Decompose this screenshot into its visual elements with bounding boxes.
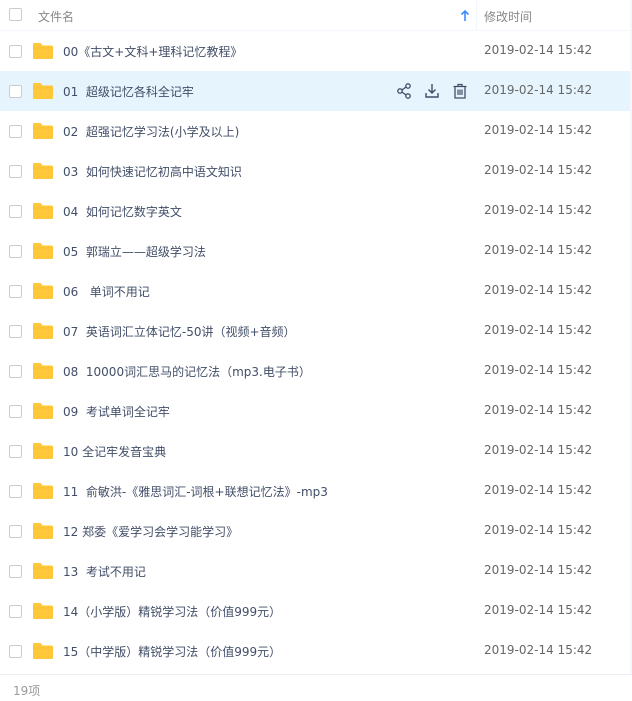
folder-icon — [32, 522, 54, 540]
row-checkbox[interactable] — [9, 85, 22, 98]
file-row[interactable]: 09 考试单词全记牢 2019-02-14 15:42 — [0, 391, 632, 431]
file-name-link[interactable]: 12 郑委《爱学习会学习能学习》 — [63, 523, 238, 540]
file-name-link[interactable]: 14（小学版）精锐学习法（价值999元） — [63, 603, 281, 620]
file-row[interactable]: 02 超强记忆学习法(小学及以上) 2019-02-14 15:42 — [0, 111, 632, 151]
row-actions — [395, 82, 469, 100]
row-checkbox[interactable] — [9, 165, 22, 178]
list-footer: 19项 — [0, 674, 632, 701]
modified-time: 2019-02-14 15:42 — [484, 83, 593, 97]
file-row[interactable]: 03 如何快速记忆初高中语文知识 2019-02-14 15:42 — [0, 151, 632, 191]
file-row[interactable]: 08 10000词汇思马的记忆法（mp3.电子书） 2019-02-14 15:4… — [0, 351, 632, 391]
file-name-link[interactable]: 06 单词不用记 — [63, 283, 150, 300]
file-row[interactable]: 07 英语词汇立体记忆-50讲（视频+音频） 2019-02-14 15:42 — [0, 311, 632, 351]
folder-icon — [32, 482, 54, 500]
folder-icon — [32, 282, 54, 300]
file-row[interactable]: 04 如何记忆数字英文 2019-02-14 15:42 — [0, 191, 632, 231]
row-checkbox[interactable] — [9, 245, 22, 258]
file-row[interactable]: 10 全记牢发音宝典 2019-02-14 15:42 — [0, 431, 632, 471]
file-name-link[interactable]: 07 英语词汇立体记忆-50讲（视频+音频） — [63, 323, 296, 340]
file-name-link[interactable]: 03 如何快速记忆初高中语文知识 — [63, 163, 242, 180]
item-count: 19项 — [13, 684, 41, 698]
folder-icon — [32, 42, 54, 60]
file-name-link[interactable]: 00《古文+文科+理科记忆教程》 — [63, 43, 242, 60]
row-checkbox[interactable] — [9, 285, 22, 298]
list-header: 文件名 修改时间 — [0, 0, 632, 31]
folder-icon — [32, 402, 54, 420]
modified-time: 2019-02-14 15:42 — [484, 483, 593, 497]
delete-icon[interactable] — [451, 82, 469, 100]
modified-time: 2019-02-14 15:42 — [484, 363, 593, 377]
row-checkbox[interactable] — [9, 445, 22, 458]
modified-time: 2019-02-14 15:42 — [484, 163, 593, 177]
modified-time: 2019-02-14 15:42 — [484, 323, 593, 337]
row-checkbox[interactable] — [9, 365, 22, 378]
file-row[interactable]: 14（小学版）精锐学习法（价值999元） 2019-02-14 15:42 — [0, 591, 632, 631]
modified-time: 2019-02-14 15:42 — [484, 203, 593, 217]
file-row[interactable]: 15（中学版）精锐学习法（价值999元） 2019-02-14 15:42 — [0, 631, 632, 671]
file-name-link[interactable]: 02 超强记忆学习法(小学及以上) — [63, 123, 239, 140]
folder-icon — [32, 362, 54, 380]
row-checkbox[interactable] — [9, 525, 22, 538]
file-row[interactable]: 05 郭瑞立——超级学习法 2019-02-14 15:42 — [0, 231, 632, 271]
folder-icon — [32, 322, 54, 340]
folder-icon — [32, 562, 54, 580]
folder-icon — [32, 642, 54, 660]
folder-icon — [32, 242, 54, 260]
file-name-link[interactable]: 08 10000词汇思马的记忆法（mp3.电子书） — [63, 363, 311, 380]
folder-icon — [32, 122, 54, 140]
row-checkbox[interactable] — [9, 645, 22, 658]
arrow-up-icon[interactable] — [459, 9, 471, 23]
row-checkbox[interactable] — [9, 565, 22, 578]
file-row[interactable]: 12 郑委《爱学习会学习能学习》 2019-02-14 15:42 — [0, 511, 632, 551]
file-name-link[interactable]: 04 如何记忆数字英文 — [63, 203, 182, 220]
file-row[interactable]: 11 俞敏洪-《雅思词汇-词根+联想记忆法》-mp3 2019-02-14 15:… — [0, 471, 632, 511]
file-name-link[interactable]: 01 超级记忆各科全记牢 — [63, 83, 194, 100]
modified-time: 2019-02-14 15:42 — [484, 443, 593, 457]
modified-time: 2019-02-14 15:42 — [484, 123, 593, 137]
file-list-panel: 文件名 修改时间 00《古文+文科+理科记忆教程》 2019-02-14 15:4… — [0, 0, 632, 701]
column-header-modified-time[interactable]: 修改时间 — [484, 8, 532, 25]
modified-time: 2019-02-14 15:42 — [484, 523, 593, 537]
file-row[interactable]: 01 超级记忆各科全记牢 2019-02-14 15:42 — [0, 71, 632, 111]
row-checkbox[interactable] — [9, 45, 22, 58]
file-row[interactable]: 06 单词不用记 2019-02-14 15:42 — [0, 271, 632, 311]
column-divider — [476, 0, 477, 31]
column-header-filename[interactable]: 文件名 — [38, 8, 74, 25]
row-checkbox[interactable] — [9, 405, 22, 418]
select-all-checkbox[interactable] — [9, 8, 22, 21]
modified-time: 2019-02-14 15:42 — [484, 243, 593, 257]
modified-time: 2019-02-14 15:42 — [484, 403, 593, 417]
file-name-link[interactable]: 11 俞敏洪-《雅思词汇-词根+联想记忆法》-mp3 — [63, 483, 328, 500]
modified-time: 2019-02-14 15:42 — [484, 603, 593, 617]
modified-time: 2019-02-14 15:42 — [484, 43, 593, 57]
row-checkbox[interactable] — [9, 485, 22, 498]
file-name-link[interactable]: 09 考试单词全记牢 — [63, 403, 170, 420]
folder-icon — [32, 202, 54, 220]
folder-icon — [32, 602, 54, 620]
folder-icon — [32, 82, 54, 100]
row-checkbox[interactable] — [9, 325, 22, 338]
file-row[interactable]: 13 考试不用记 2019-02-14 15:42 — [0, 551, 632, 591]
folder-icon — [32, 162, 54, 180]
file-row[interactable]: 00《古文+文科+理科记忆教程》 2019-02-14 15:42 — [0, 31, 632, 71]
row-checkbox[interactable] — [9, 125, 22, 138]
file-name-link[interactable]: 13 考试不用记 — [63, 563, 146, 580]
file-name-link[interactable]: 05 郭瑞立——超级学习法 — [63, 243, 206, 260]
share-icon[interactable] — [395, 82, 413, 100]
modified-time: 2019-02-14 15:42 — [484, 563, 593, 577]
download-icon[interactable] — [423, 82, 441, 100]
modified-time: 2019-02-14 15:42 — [484, 283, 593, 297]
modified-time: 2019-02-14 15:42 — [484, 643, 593, 657]
row-checkbox[interactable] — [9, 205, 22, 218]
file-name-link[interactable]: 10 全记牢发音宝典 — [63, 443, 166, 460]
file-name-link[interactable]: 15（中学版）精锐学习法（价值999元） — [63, 643, 281, 660]
folder-icon — [32, 442, 54, 460]
row-checkbox[interactable] — [9, 605, 22, 618]
